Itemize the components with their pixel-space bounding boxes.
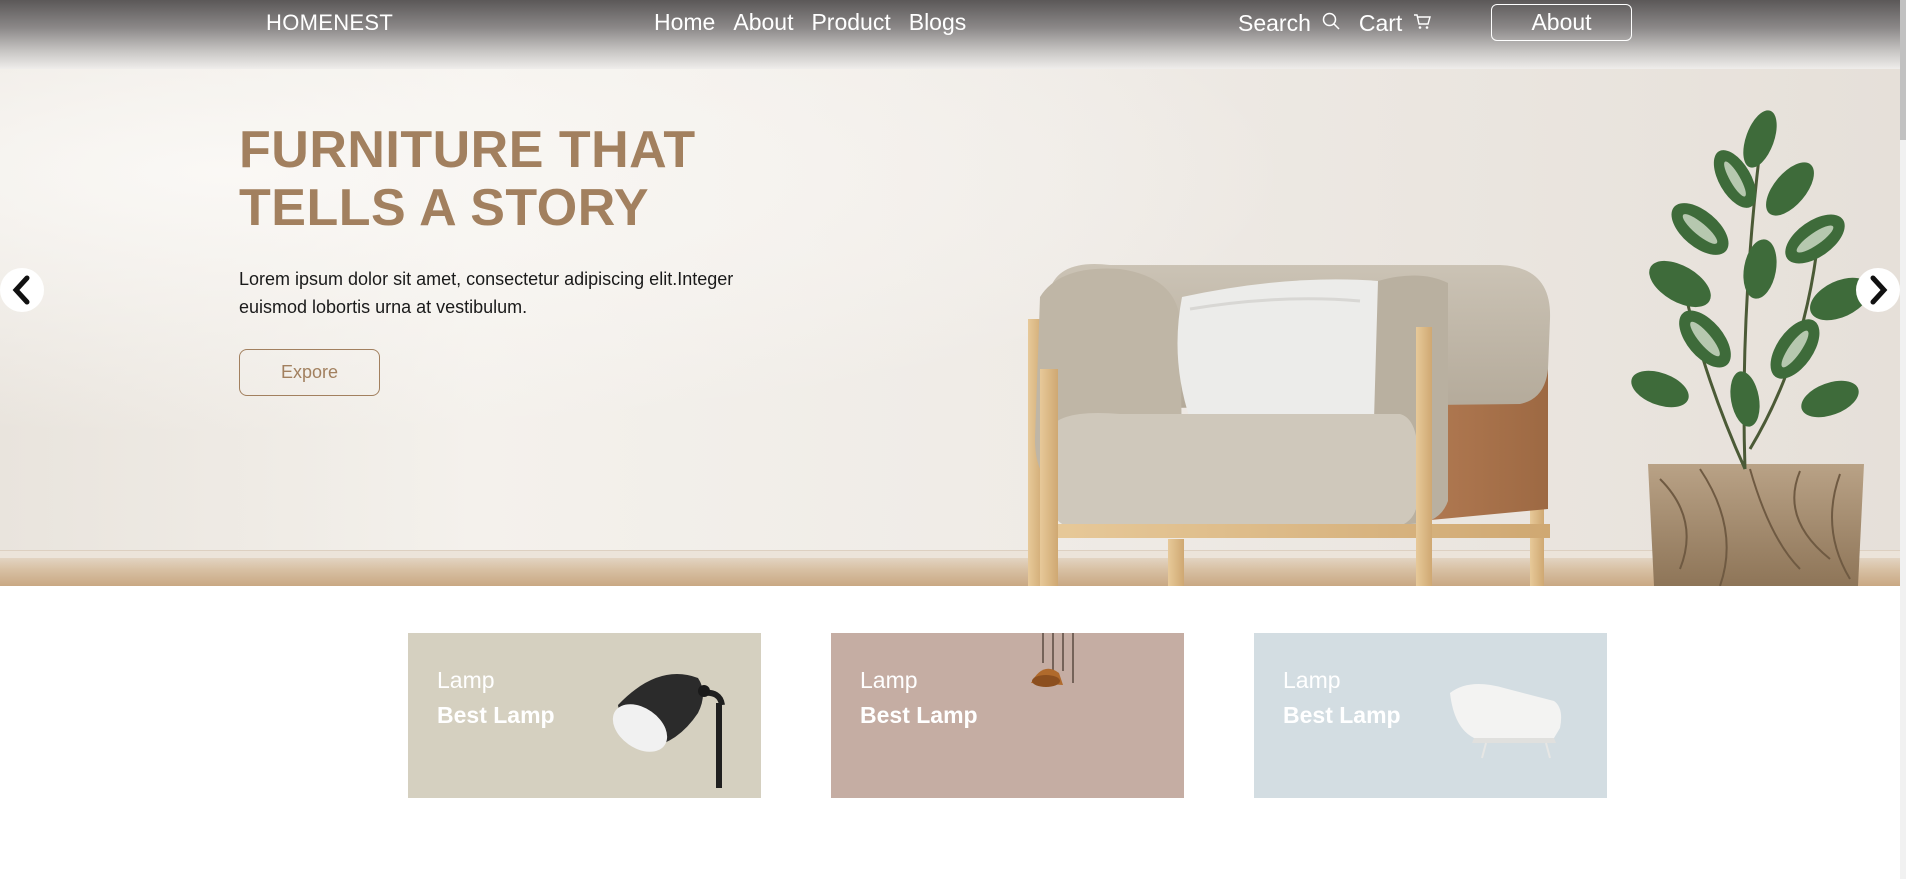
cart-link[interactable]: Cart [1359, 10, 1402, 37]
cart-icon[interactable] [1412, 10, 1432, 37]
product-card-1[interactable]: Lamp Best Lamp [408, 633, 761, 798]
hero-title-line-2: TELLS A STORY [239, 179, 650, 237]
explore-button[interactable]: Expore [239, 349, 380, 396]
hero-banner: FURNITURE THAT TELLS A STORY Lorem ipsum… [0, 69, 1900, 586]
carousel-prev-arrow[interactable] [0, 268, 44, 312]
chevron-left-icon [12, 275, 30, 305]
hero-description: Lorem ipsum dolor sit amet, consectetur … [239, 265, 819, 321]
hero-title-line-1: FURNITURE THAT [239, 121, 696, 179]
card-title: Best Lamp [1283, 702, 1401, 728]
carousel-next-arrow[interactable] [1856, 268, 1900, 312]
product-card-2[interactable]: Lamp Best Lamp [831, 633, 1184, 798]
brand-logo[interactable]: HOMENEST [266, 10, 393, 36]
nav-link-home[interactable]: Home [654, 9, 715, 36]
card-category: Lamp [437, 667, 495, 693]
header-tools: Search Cart [1238, 10, 1450, 37]
card-title: Best Lamp [437, 702, 555, 728]
about-button[interactable]: About [1491, 4, 1632, 41]
card-category: Lamp [860, 667, 918, 693]
nav-link-product[interactable]: Product [811, 9, 890, 36]
page-scrollbar[interactable] [1900, 0, 1906, 879]
product-card-3[interactable]: Lamp Best Lamp [1254, 633, 1607, 798]
search-icon[interactable] [1321, 10, 1341, 37]
hero-description-line-1: Lorem ipsum dolor sit amet, consectetur … [239, 269, 734, 289]
chevron-right-icon [1870, 275, 1888, 305]
hero-title: FURNITURE THAT TELLS A STORY [239, 121, 839, 237]
card-title: Best Lamp [860, 702, 978, 728]
search-link[interactable]: Search [1238, 10, 1311, 37]
nav-link-blogs[interactable]: Blogs [909, 9, 967, 36]
card-category: Lamp [1283, 667, 1341, 693]
top-navigation-bar: HOMENEST Home About Product Blogs Search… [0, 0, 1900, 69]
hero-description-line-2: euismod lobortis urna at vestibulum. [239, 297, 528, 317]
nav-link-about[interactable]: About [733, 9, 793, 36]
scrollbar-thumb[interactable] [1900, 0, 1906, 140]
main-nav: Home About Product Blogs [654, 9, 966, 36]
